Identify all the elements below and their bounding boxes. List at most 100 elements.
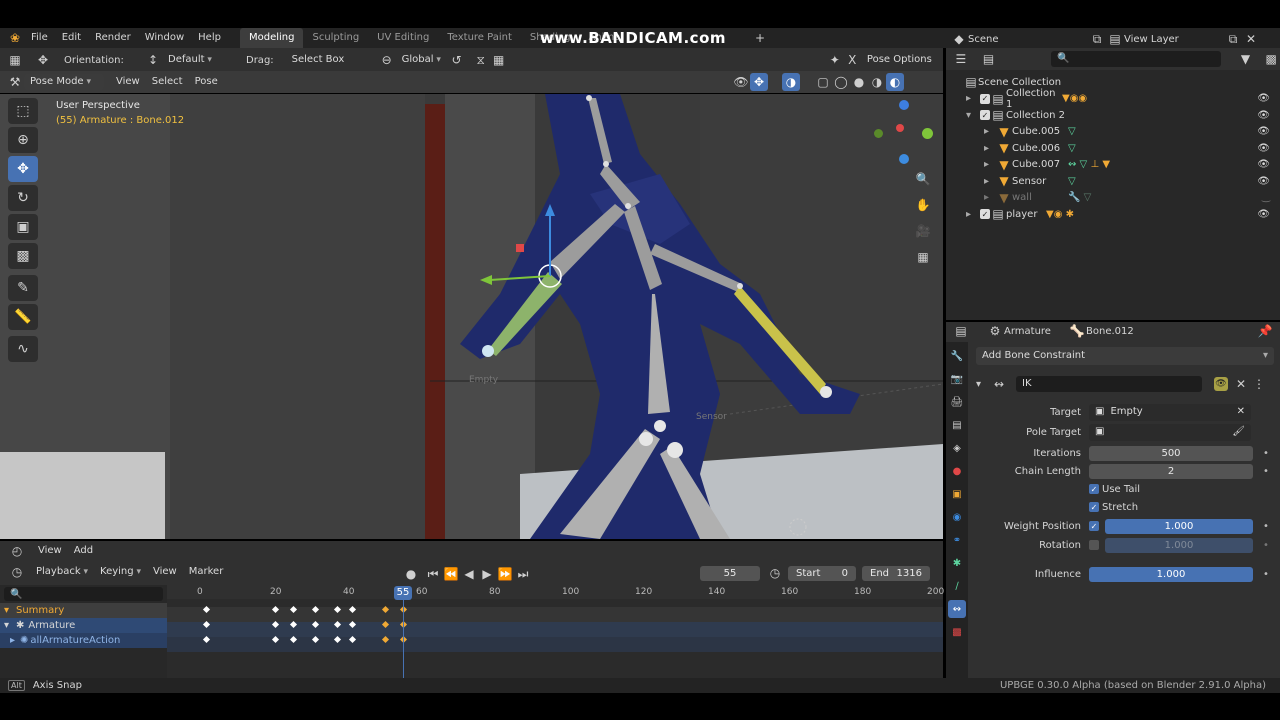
weight-position-checkbox[interactable]: ✓ — [1089, 521, 1099, 531]
ortho-toggle-icon[interactable]: ▦ — [914, 248, 932, 266]
scene-icon[interactable]: ◆ — [950, 30, 968, 48]
jump-start-icon[interactable]: ⏮ — [424, 565, 442, 583]
relax-icon[interactable]: ∿ — [8, 336, 38, 362]
timeline-menu-add[interactable]: Add — [68, 543, 99, 559]
new-collection-icon[interactable]: ▩ — [1262, 50, 1280, 68]
channel-summary[interactable]: ▾ Summary — [0, 603, 167, 618]
eye-icon[interactable]: 👁 — [1257, 93, 1270, 104]
record-icon[interactable]: ● — [402, 565, 420, 583]
playback-dropdown[interactable]: Playback — [30, 564, 94, 580]
pin-icon[interactable]: 📌 — [1256, 322, 1274, 340]
tab-modeling[interactable]: Modeling — [239, 28, 304, 48]
pivot-icon[interactable]: ↺ — [448, 51, 466, 69]
wireframe-shading-icon[interactable]: ◯ — [832, 73, 850, 91]
output-tab-icon[interactable]: 🖨 — [948, 393, 966, 411]
expand-icon[interactable]: ▸ — [984, 159, 996, 170]
keying-dropdown[interactable]: Keying — [94, 564, 147, 580]
menu-view[interactable]: View — [110, 74, 146, 90]
outliner-item-collection-1[interactable]: ▸ ✓ ▤ Collection 1 ▼◉◉ 👁 — [946, 88, 1280, 110]
include-checkbox[interactable]: ✓ — [980, 110, 990, 121]
constraint-delete-icon[interactable]: ✕ — [1232, 375, 1250, 393]
add-bone-constraint-dropdown[interactable]: Add Bone Constraint ▾ — [976, 347, 1274, 365]
collapse-icon[interactable]: ▾ — [4, 605, 16, 616]
frame-ruler[interactable] — [167, 585, 943, 599]
move-tool-icon[interactable]: ✥ — [34, 51, 52, 69]
collapse-icon[interactable]: ▾ — [4, 620, 16, 631]
influence-field[interactable]: 1.000 — [1089, 566, 1253, 582]
world-tab-icon[interactable]: ● — [948, 462, 966, 480]
timeline-menu-view[interactable]: View — [32, 543, 68, 559]
iterations-field[interactable]: 500 — [1089, 445, 1253, 461]
orientation-dropdown[interactable]: Default — [162, 52, 234, 68]
expand-icon[interactable]: ▸ — [984, 192, 996, 203]
outliner-search-input[interactable]: 🔍 — [1051, 51, 1221, 67]
snap-icon[interactable]: ⧖ — [472, 51, 490, 69]
scene-tab-icon[interactable]: ◈ — [948, 439, 966, 457]
camera-view-icon[interactable]: 🎥 — [914, 222, 932, 240]
outliner-root[interactable]: ▤ Scene Collection — [946, 74, 1280, 91]
expand-icon[interactable]: ▸ — [984, 176, 996, 187]
expand-icon[interactable]: ▸ — [984, 126, 996, 137]
outliner-item-sensor[interactable]: ▸ ▼ Sensor ▽ 👁 — [946, 173, 1280, 190]
cursor-icon[interactable]: ⊕ — [8, 127, 38, 153]
rotation-checkbox[interactable] — [1089, 540, 1099, 550]
measure-icon[interactable]: 📏 — [8, 304, 38, 330]
transform-orientation-dropdown[interactable]: Global — [396, 52, 448, 68]
expand-icon[interactable]: ▾ — [966, 110, 980, 121]
rotation-field[interactable]: 1.000 — [1105, 537, 1253, 553]
eye-icon[interactable]: 👁 — [1257, 110, 1270, 121]
menu-edit[interactable]: Edit — [55, 28, 88, 48]
rotate-icon[interactable]: ↻ — [8, 185, 38, 211]
eye-closed-icon[interactable]: ‿ — [1262, 192, 1270, 203]
display-mode-icon[interactable]: ▤ — [980, 50, 998, 68]
stretch-checkbox[interactable]: ✓ — [1089, 502, 1099, 512]
bone-tab-icon[interactable]: ∕ — [948, 577, 966, 595]
chain-length-field[interactable]: 2 — [1089, 463, 1253, 479]
start-frame-field[interactable]: Start 0 — [788, 566, 856, 581]
menu-select[interactable]: Select — [146, 74, 189, 90]
eye-icon[interactable]: 👁 — [1257, 176, 1270, 187]
menu-render[interactable]: Render — [88, 28, 138, 48]
eye-icon[interactable]: 👁 — [1257, 126, 1270, 137]
rendered-shading-icon[interactable]: ◐ — [886, 73, 904, 91]
mirror-icon[interactable]: ✦ — [826, 51, 843, 69]
texture-tab-icon[interactable]: ▩ — [948, 623, 966, 641]
channel-search-input[interactable]: 🔍 — [4, 587, 163, 601]
outliner-item-wall[interactable]: ▸ ▼ wall 🔧 ▽ ‿ — [946, 190, 1280, 207]
scene-browse-icon[interactable]: ⧉ — [1088, 30, 1106, 48]
expand-icon[interactable]: ▸ — [10, 635, 20, 646]
play-icon[interactable]: ▶ — [478, 565, 496, 583]
expand-icon[interactable]: ▸ — [966, 93, 980, 104]
view-layer-icon[interactable]: ▤ — [1106, 30, 1124, 48]
outliner-item-cube-007[interactable]: ▸ ▼ Cube.007 ↭ ▽ ⊥ ▼ 👁 — [946, 157, 1280, 174]
snap-target-icon[interactable]: ▦ — [490, 51, 508, 69]
menu-help[interactable]: Help — [191, 28, 228, 48]
tab-texture-paint[interactable]: Texture Paint — [438, 28, 521, 48]
timeline-editor-icon[interactable]: ◷ — [8, 563, 26, 581]
clear-target-icon[interactable]: ✕ — [1237, 404, 1245, 420]
drag-dropdown[interactable]: Select Box — [286, 52, 356, 68]
overlay-icon[interactable]: ◑ — [782, 73, 800, 91]
visibility-icon[interactable]: 👁 — [732, 73, 750, 91]
blender-logo-icon[interactable]: ❀ — [6, 29, 24, 47]
outliner-item-cube-005[interactable]: ▸ ▼ Cube.005 ▽ 👁 — [946, 124, 1280, 141]
constraint-enable-eye-icon[interactable]: 👁 — [1214, 377, 1228, 391]
select-box-icon[interactable]: ⬚ — [8, 98, 38, 124]
keyframe-area[interactable] — [167, 585, 943, 678]
view-layer-tab-icon[interactable]: ▤ — [948, 416, 966, 434]
channel-armature[interactable]: ▾ ✱ Armature — [0, 618, 167, 633]
tool-tab-icon[interactable]: 🔧 — [948, 347, 966, 365]
annotate-icon[interactable]: ✎ — [8, 275, 38, 301]
outliner-editor-icon[interactable]: ☰ — [952, 50, 970, 68]
eyedropper-icon[interactable]: 🖌 — [1232, 424, 1245, 440]
outliner-item-collection-2[interactable]: ▾ ✓ ▤ Collection 2 👁 — [946, 107, 1280, 124]
collapse-icon[interactable]: ▾ — [976, 379, 990, 390]
current-frame-indicator[interactable]: 55 — [394, 586, 412, 600]
solid-shading-icon[interactable]: ● — [850, 73, 868, 91]
properties-editor-icon[interactable]: ▤ — [952, 322, 970, 340]
constraint-name-input[interactable]: IK — [1016, 376, 1202, 392]
marker-menu[interactable]: Marker — [183, 564, 230, 580]
keyframe-dot-icon[interactable]: • — [1263, 448, 1269, 459]
eye-icon[interactable]: 👁 — [1257, 159, 1270, 170]
object-tab-icon[interactable]: ▣ — [948, 485, 966, 503]
